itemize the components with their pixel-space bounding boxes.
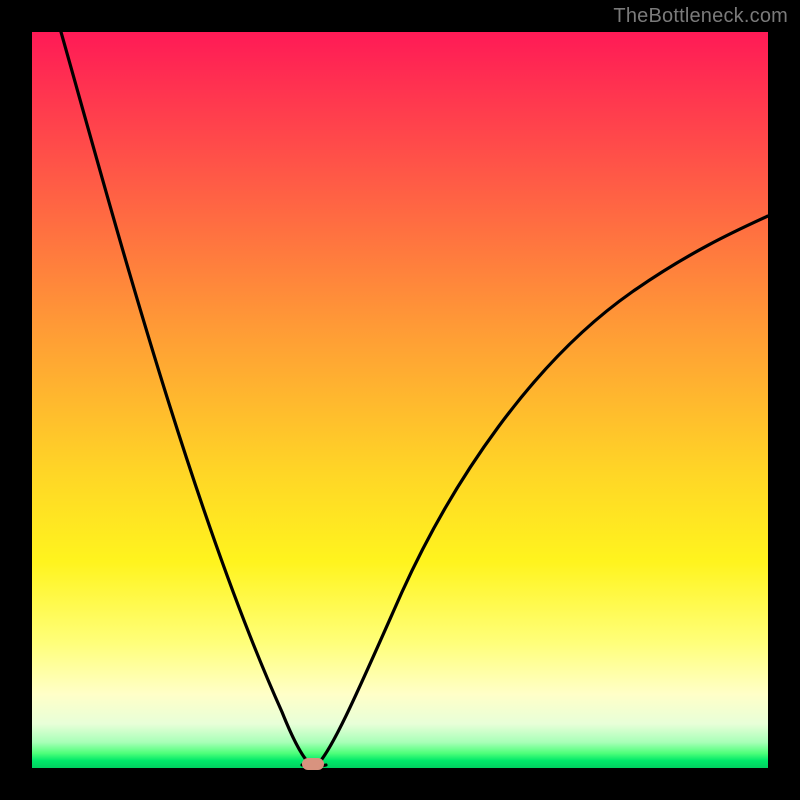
chart-frame: TheBottleneck.com xyxy=(0,0,800,800)
optimal-marker xyxy=(302,758,324,770)
gradient-plot-area xyxy=(32,32,768,768)
watermark-text: TheBottleneck.com xyxy=(613,5,788,28)
